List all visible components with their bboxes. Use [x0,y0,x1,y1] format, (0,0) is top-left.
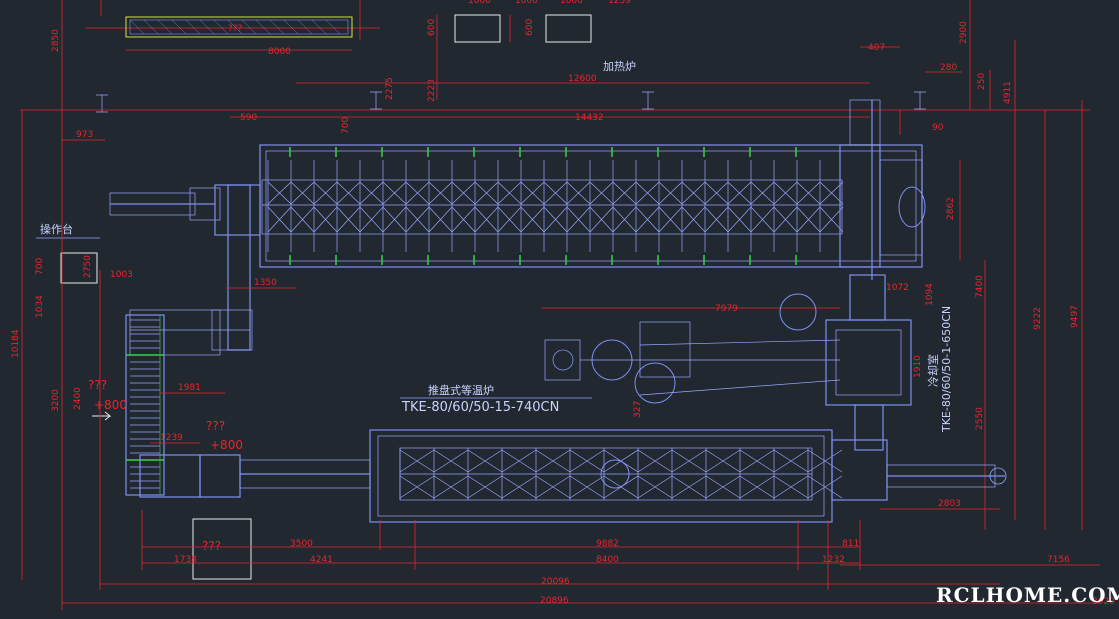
furnace-truss [589,181,614,233]
dim-14432: 14432 [575,113,604,123]
unknown-label-2: ??? [206,419,225,433]
dim-407: 407 [868,43,885,53]
dim-1072: 1072 [886,283,909,293]
dim-9497: 9497 [1070,305,1080,328]
furnace-truss [796,181,821,233]
dim-2750: 2750 [83,255,93,278]
dim-2862: 2862 [946,197,956,220]
furnace-truss [681,181,706,233]
dim-973: 973 [76,130,93,140]
dim-4241: 4241 [310,555,333,565]
furnace-truss [566,181,591,233]
furnace-truss [520,181,545,233]
furnace-truss [290,181,315,233]
dim-2850: 2850 [51,29,61,52]
furnace-truss [635,181,660,233]
tray-furnace-title: 推盘式等温炉 [428,383,494,397]
furnace-truss [750,181,775,233]
cooling-room-label: 冷却室 [926,354,940,387]
dim-1910: 1910 [913,355,923,378]
dim-1239-top: 1239 [608,0,631,6]
unknown-label-1: ??? [88,378,107,392]
dim-8400: 8400 [596,555,619,565]
heating-furnace [259,99,926,280]
furnace-truss [359,181,384,233]
beam-symbols [96,91,926,113]
unknown-label-3: ??? [202,539,221,553]
dim-4911: 4911 [1003,81,1013,104]
dim-7400: 7400 [975,275,985,298]
furnace-truss [658,181,683,233]
dim-700b: 700 [35,258,45,275]
furnace-truss [451,181,476,233]
layout-drawing: ??? 8000 2850 1000 1000 1000 1239 600 60… [11,0,1119,610]
dim-9222: 9222 [1033,307,1043,330]
dim-1350: 1350 [254,278,277,288]
furnace-truss [704,181,729,233]
dim-1239: 1239 [160,433,183,443]
dim-1094: 1094 [925,283,935,306]
furnace-truss [773,181,798,233]
dim-3200: 3200 [51,389,61,412]
dim-2275: 2275 [385,77,395,100]
furnace-truss [382,181,407,233]
dim-8000: 8000 [268,47,291,57]
dim-2223: 2223 [427,79,437,102]
dim-10184: 10184 [11,329,21,358]
dim-1000a: 1000 [468,0,491,6]
marker-box-2 [545,14,592,43]
marker-box-1 [454,14,501,43]
dim-590: 590 [240,113,257,123]
dim-90: 90 [932,123,944,133]
left-conveyor [125,314,165,496]
dim-20096: 20096 [541,577,570,587]
cad-drawing-canvas[interactable]: { "labels": { "heating_furnace": "加热炉", … [0,0,1119,619]
watermark: RCLHOME.COM [936,583,1119,607]
tray-frame [807,448,843,500]
tray-furnace [139,429,1007,523]
plus-800-a: +800 [94,398,127,412]
dim-2803: 2803 [938,499,961,509]
dim-1738: 1738 [174,555,197,565]
furnace-truss [313,181,338,233]
dim-3500: 3500 [290,539,313,549]
dim-1981: 1981 [178,383,201,393]
dim-250: 250 [977,73,987,90]
plus-800-b: +800 [210,438,243,452]
dim-20896: 20896 [540,596,569,606]
dim-7979: 7979 [715,304,738,314]
furnace-truss [405,181,430,233]
dim-1003: 1003 [110,270,133,280]
dim-1000b: 1000 [515,0,538,6]
furnace-truss [474,181,499,233]
dim-12600: 12600 [568,74,597,84]
dim-600b: 600 [525,19,535,36]
furnace-truss [428,181,453,233]
dim-2900: 2900 [959,21,969,44]
furnace-truss [497,181,522,233]
heating-furnace-title: 加热炉 [603,60,636,73]
dim-7156: 7156 [1047,555,1070,565]
furnace-truss [612,181,637,233]
top-box-label: ??? [228,24,243,34]
dim-327: 327 [633,401,643,418]
dim-1000c: 1000 [560,0,583,6]
dim-1232: 1232 [822,555,845,565]
furnace-truss [543,181,568,233]
furnace-truss [336,181,361,233]
dim-9882: 9882 [596,539,619,549]
operation-table-label: 操作台 [40,222,73,236]
dim-2400: 2400 [73,387,83,410]
furnace-truss [727,181,752,233]
dim-1034: 1034 [35,295,45,318]
dim-811: 811 [842,539,859,549]
dim-600a: 600 [427,19,437,36]
dim-280: 280 [940,63,957,73]
dim-700: 700 [341,117,351,134]
tray-furnace-model: TKE-80/60/50-15-740CN [401,400,559,415]
dim-2550: 2550 [975,407,985,430]
furnace-truss [267,181,292,233]
cooling-model: TKE-80/60/50-1-650CN [940,306,953,433]
arrow-right-icon [92,411,112,421]
